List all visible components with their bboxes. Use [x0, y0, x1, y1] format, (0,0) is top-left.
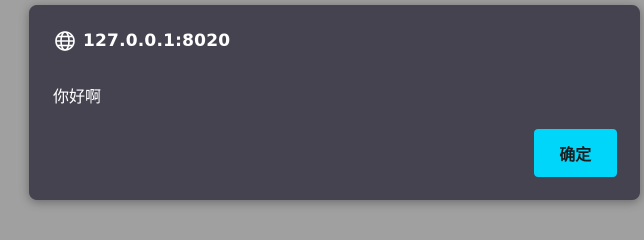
ok-button[interactable]: 确定 [534, 129, 617, 177]
alert-dialog: 127.0.0.1:8020 你好啊 确定 [29, 5, 640, 200]
dialog-header: 127.0.0.1:8020 [54, 29, 230, 53]
dialog-message: 你好啊 [53, 87, 102, 106]
globe-icon [54, 30, 76, 52]
dialog-title: 127.0.0.1:8020 [83, 31, 231, 51]
